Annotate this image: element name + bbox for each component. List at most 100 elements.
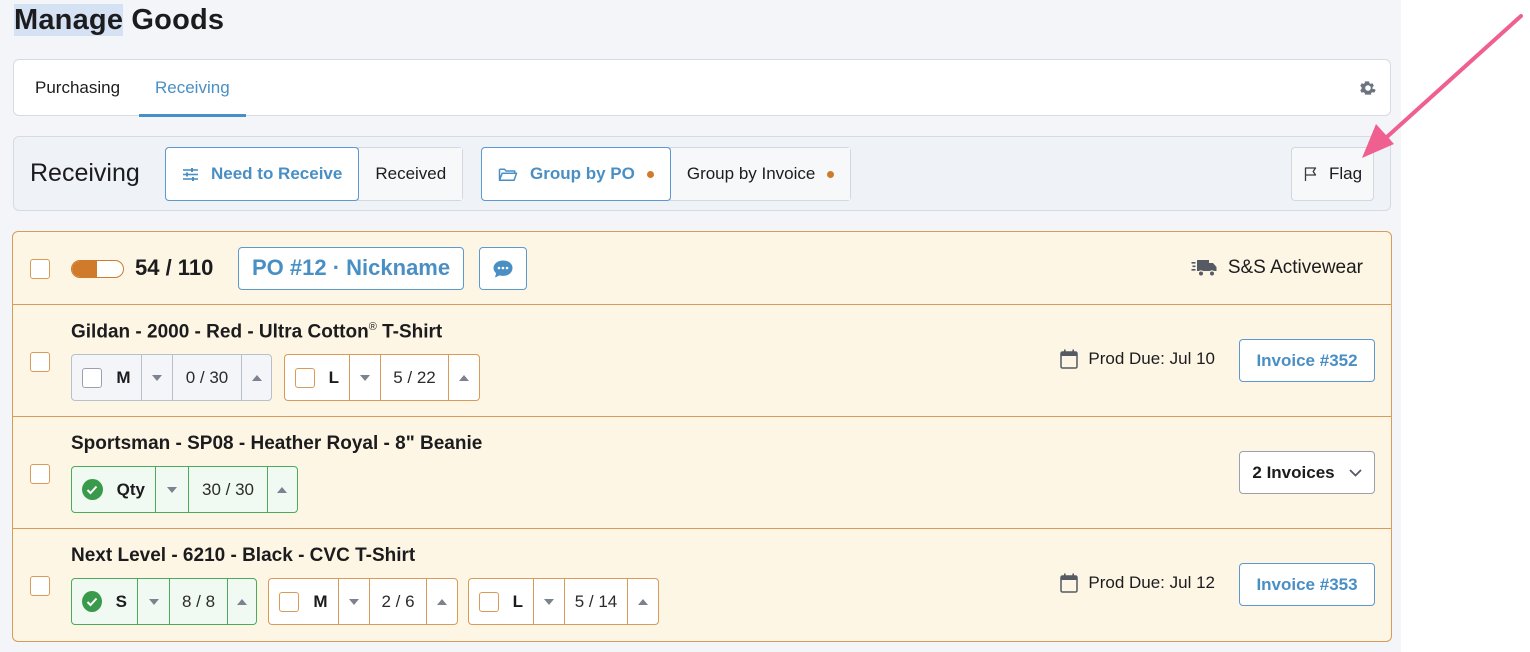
size-receiver-l: L 5 / 14 bbox=[468, 578, 659, 625]
flag-icon bbox=[1304, 167, 1317, 181]
caret-down-icon bbox=[349, 598, 359, 605]
chat-bubble-icon bbox=[493, 260, 513, 277]
po-select-checkbox[interactable] bbox=[30, 259, 50, 279]
decrement-button[interactable] bbox=[349, 355, 380, 400]
grouping-group: Group by PO Group by Invoice bbox=[481, 147, 852, 201]
tab-receiving[interactable]: Receiving bbox=[139, 60, 246, 117]
size-toggle[interactable]: M bbox=[269, 579, 338, 624]
po-tag-button[interactable]: PO #12 · Nickname bbox=[238, 247, 465, 290]
line-item-checkbox[interactable] bbox=[30, 352, 50, 372]
prod-due-text: Prod Due: Jul 10 bbox=[1088, 349, 1215, 368]
line-item: Gildan - 2000 - Red - Ultra Cotton® T-Sh… bbox=[13, 305, 1391, 417]
caret-down-icon bbox=[167, 486, 177, 493]
po-card: 54 / 110 PO #12 · Nickname S&S Activewea… bbox=[12, 231, 1392, 642]
caret-down-icon bbox=[360, 374, 370, 381]
caret-up-icon bbox=[436, 598, 447, 605]
received-qty[interactable]: 0 / 30 bbox=[172, 355, 241, 400]
calendar-icon bbox=[1060, 573, 1079, 593]
po-header: 54 / 110 PO #12 · Nickname S&S Activewea… bbox=[13, 232, 1391, 305]
orange-dot-indicator bbox=[827, 170, 835, 178]
vendor-name: S&S Activewear bbox=[1227, 257, 1363, 278]
page-title-rest: Goods bbox=[123, 4, 225, 36]
gear-icon[interactable] bbox=[1360, 80, 1376, 96]
invoices-dropdown-label: 2 Invoices bbox=[1252, 462, 1335, 482]
caret-down-icon bbox=[148, 598, 159, 605]
decrement-button[interactable] bbox=[155, 467, 188, 512]
invoice-button[interactable]: Invoice #352 bbox=[1239, 339, 1375, 382]
size-toggle[interactable]: M bbox=[72, 355, 141, 400]
decrement-button[interactable] bbox=[141, 355, 172, 400]
size-receiver-qty: Qty 30 / 30 bbox=[71, 466, 298, 513]
page-title: Manage Goods bbox=[14, 4, 224, 37]
prod-due-date: Prod Due: Jul 10 bbox=[1060, 349, 1215, 369]
size-label: L bbox=[512, 591, 523, 611]
check-circle-icon bbox=[82, 479, 103, 500]
size-label: Qty bbox=[116, 479, 145, 499]
group-by-invoice-label: Group by Invoice bbox=[686, 164, 816, 183]
decrement-button[interactable] bbox=[338, 579, 369, 624]
size-checkbox[interactable] bbox=[279, 591, 300, 612]
size-checkbox[interactable] bbox=[479, 591, 499, 612]
need-to-receive-button[interactable]: Need to Receive bbox=[164, 147, 360, 201]
need-to-receive-label: Need to Receive bbox=[211, 164, 343, 183]
caret-down-icon bbox=[152, 374, 162, 381]
line-item-checkbox[interactable] bbox=[30, 464, 50, 484]
chevron-down-icon bbox=[1348, 468, 1362, 477]
size-receiver-s: S 8 / 8 bbox=[71, 578, 257, 625]
caret-up-icon bbox=[458, 374, 469, 381]
group-by-po-button[interactable]: Group by PO bbox=[481, 147, 671, 201]
sliders-icon bbox=[183, 167, 198, 181]
received-qty[interactable]: 8 / 8 bbox=[169, 579, 227, 624]
size-label: L bbox=[328, 367, 339, 387]
received-button[interactable]: Received bbox=[358, 148, 463, 200]
line-item-title-text: Gildan - 2000 - Red - Ultra Cotton bbox=[71, 321, 369, 343]
increment-button[interactable] bbox=[267, 467, 296, 512]
line-item-title: Next Level - 6210 - Black - CVC T-Shirt bbox=[71, 545, 416, 566]
increment-button[interactable] bbox=[448, 355, 478, 400]
increment-button[interactable] bbox=[227, 579, 255, 624]
shipping-truck-icon bbox=[1191, 260, 1217, 277]
increment-button[interactable] bbox=[241, 355, 271, 400]
group-by-invoice-button[interactable]: Group by Invoice bbox=[669, 148, 851, 200]
decrement-button[interactable] bbox=[137, 579, 169, 624]
decrement-button[interactable] bbox=[533, 579, 564, 624]
size-toggle[interactable]: S bbox=[72, 579, 137, 624]
prod-due-date: Prod Due: Jul 12 bbox=[1060, 573, 1215, 593]
line-item-title: Sportsman - SP08 - Heather Royal - 8" Be… bbox=[71, 433, 483, 454]
orange-dot-indicator bbox=[646, 170, 654, 178]
folder-icon bbox=[498, 167, 518, 181]
size-checkbox[interactable] bbox=[82, 367, 103, 388]
increment-button[interactable] bbox=[627, 579, 657, 624]
prod-due-text: Prod Due: Jul 12 bbox=[1088, 573, 1215, 592]
invoice-button[interactable]: Invoice #353 bbox=[1239, 563, 1375, 606]
size-label: S bbox=[115, 591, 127, 611]
vendor-label: S&S Activewear bbox=[1191, 257, 1363, 279]
received-qty[interactable]: 5 / 22 bbox=[380, 355, 448, 400]
size-toggle[interactable]: L bbox=[469, 579, 533, 624]
received-qty[interactable]: 5 / 14 bbox=[564, 579, 627, 624]
size-receiver-m: M 2 / 6 bbox=[268, 578, 458, 625]
received-qty[interactable]: 30 / 30 bbox=[188, 467, 267, 512]
line-item-title: Gildan - 2000 - Red - Ultra Cotton® T-Sh… bbox=[71, 321, 442, 343]
line-item-title-suffix: T-Shirt bbox=[376, 321, 443, 343]
line-item: Sportsman - SP08 - Heather Royal - 8" Be… bbox=[13, 417, 1391, 529]
toolbar-title: Receiving bbox=[30, 159, 140, 187]
received-qty[interactable]: 2 / 6 bbox=[369, 579, 426, 624]
size-checkbox[interactable] bbox=[295, 367, 315, 388]
line-item: Next Level - 6210 - Black - CVC T-Shirt … bbox=[13, 529, 1391, 641]
size-receiver-m: M 0 / 30 bbox=[71, 354, 272, 401]
po-comments-button[interactable] bbox=[479, 247, 527, 290]
page-title-highlight: Manage bbox=[14, 4, 124, 36]
size-toggle[interactable]: L bbox=[285, 355, 349, 400]
caret-up-icon bbox=[236, 598, 247, 605]
tab-purchasing[interactable]: Purchasing bbox=[19, 60, 136, 116]
manage-goods-page: Manage Goods Purchasing Receiving Receiv… bbox=[0, 0, 1401, 652]
po-received-count: 54 / 110 bbox=[135, 255, 214, 280]
size-toggle[interactable]: Qty bbox=[72, 467, 155, 512]
invoices-dropdown[interactable]: 2 Invoices bbox=[1239, 451, 1375, 494]
line-item-checkbox[interactable] bbox=[30, 576, 50, 596]
po-progress-fill bbox=[72, 261, 97, 277]
caret-up-icon bbox=[277, 486, 287, 493]
flag-button[interactable]: Flag bbox=[1291, 147, 1374, 201]
increment-button[interactable] bbox=[426, 579, 456, 624]
